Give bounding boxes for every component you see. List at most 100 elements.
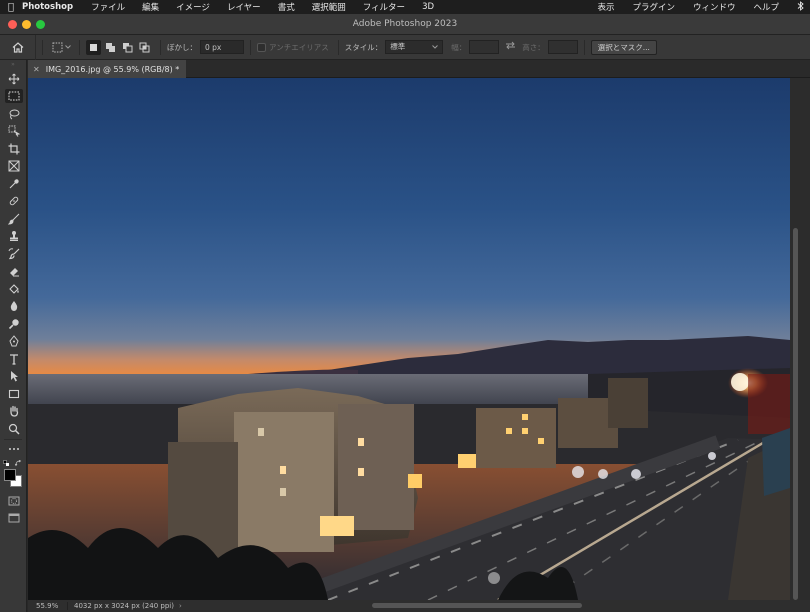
menu-app-name[interactable]: Photoshop [22,2,73,12]
history-brush-icon [8,248,19,259]
brush-tool[interactable] [0,210,27,228]
divider [4,438,22,440]
eyedropper-tool[interactable] [0,175,27,193]
select-and-mask-button[interactable]: 選択とマスク... [590,39,657,55]
menubar-right: 表示 プラグイン ウィンドウ ヘルプ [579,0,804,14]
add-to-selection-button[interactable] [103,40,118,55]
document-tab-title: IMG_2016.jpg @ 55.9% (RGB/8) * [45,64,180,74]
zoom-level[interactable]: 55.9% [28,602,68,610]
crop-tool[interactable] [0,140,27,158]
quick-mask-button[interactable] [0,492,27,510]
style-select[interactable]: 標準 [385,40,444,54]
menu-filter[interactable]: フィルター [363,1,405,13]
feather-label: ぼかし： [167,42,197,52]
feather-input[interactable]: 0 px [200,40,244,54]
rectangular-marquee-tool[interactable] [0,88,27,106]
subtract-from-selection-button[interactable] [120,40,135,55]
add-selection-icon [106,42,115,52]
vertical-scrollbar[interactable] [790,78,810,600]
paint-bucket-tool[interactable] [0,280,27,298]
menu-select[interactable]: 選択範囲 [312,1,346,13]
new-selection-icon [90,43,97,51]
clone-stamp-tool[interactable] [0,228,27,246]
menu-view[interactable]: 表示 [597,1,614,13]
antialias-label: アンチエイリアス [269,42,329,52]
style-select-value: 標準 [390,42,406,51]
bluetooth-icon[interactable] [797,0,804,14]
swap-dimensions-icon[interactable] [505,41,516,53]
path-selection-tool[interactable] [0,368,27,386]
menu-file[interactable]: ファイル [91,1,125,13]
apple-menu-icon[interactable]:  [0,2,22,13]
window-titlebar: Adobe Photoshop 2023 [0,14,810,35]
hand-icon [9,406,18,417]
foreground-color-swatch[interactable] [4,469,16,481]
object-selection-tool[interactable] [0,123,27,141]
dodge-icon [8,319,19,329]
tool-preset-picker[interactable] [49,39,73,56]
menu-layer[interactable]: レイヤー [227,1,261,13]
zoom-icon [8,423,20,435]
frame-tool[interactable] [0,158,27,176]
hand-tool[interactable] [0,403,27,421]
antialias-checkbox[interactable] [257,42,266,52]
horizontal-scroll-thumb[interactable] [372,603,582,608]
document-tab[interactable]: ✕ IMG_2016.jpg @ 55.9% (RGB/8) * [28,60,186,78]
menu-help[interactable]: ヘルプ [753,1,779,13]
menubar:  Photoshop ファイル 編集 イメージ レイヤー 書式 選択範囲 フィ… [0,0,810,14]
height-label: 高さ： [522,42,545,52]
panel-collapse-icon[interactable]: » [0,60,26,70]
divider [79,39,80,55]
menu-window[interactable]: ウィンドウ [693,1,736,13]
home-icon [12,41,23,53]
vertical-scroll-thumb[interactable] [793,228,798,600]
rectangle-icon [8,389,19,398]
lasso-tool[interactable] [0,105,27,123]
brush-icon [7,213,19,225]
screen-mode-icon [8,513,19,523]
object-selection-icon [8,125,20,138]
bandage-icon [9,196,18,206]
move-icon [8,73,19,85]
droplet-icon [10,301,17,312]
eraser-tool[interactable] [0,263,27,281]
screen-mode-button[interactable] [0,510,27,528]
photo-image [28,78,790,600]
divider [160,39,161,55]
width-input[interactable] [469,40,500,54]
intersect-selection-button[interactable] [137,40,152,55]
history-brush-tool[interactable] [0,245,27,263]
menu-edit[interactable]: 編集 [142,1,159,13]
more-icon [8,448,19,451]
type-tool[interactable] [0,350,27,368]
move-tool[interactable] [0,70,27,88]
menu-3d[interactable]: 3D [422,2,434,12]
swap-colors-icon[interactable] [15,460,22,467]
document-canvas[interactable] [28,78,790,600]
height-input[interactable] [547,40,578,54]
document-dimensions: 4032 px x 3024 px (240 ppi) [74,602,174,610]
dodge-tool[interactable] [0,315,27,333]
new-selection-button[interactable] [86,39,101,55]
frame-icon [8,160,19,172]
menu-plugins[interactable]: プラグイン [632,1,675,13]
pen-tool[interactable] [0,333,27,351]
close-tab-icon[interactable]: ✕ [33,65,40,74]
rectangle-tool[interactable] [0,385,27,403]
menu-image[interactable]: イメージ [176,1,210,13]
chevron-down-icon [432,45,439,49]
status-menu-arrow-icon[interactable]: › [179,602,182,610]
zoom-tool[interactable] [0,420,27,438]
divider [42,39,43,55]
lasso-icon [9,109,19,120]
home-button[interactable] [0,34,36,60]
pen-icon [8,335,19,347]
edit-toolbar-button[interactable] [0,441,27,459]
divider [250,39,251,55]
healing-brush-tool[interactable] [0,193,27,211]
blur-tool[interactable] [0,298,27,316]
default-colors-icon[interactable] [3,460,10,467]
menu-type[interactable]: 書式 [278,1,295,13]
window-title: Adobe Photoshop 2023 [352,19,458,29]
eyedropper-icon [9,179,19,189]
